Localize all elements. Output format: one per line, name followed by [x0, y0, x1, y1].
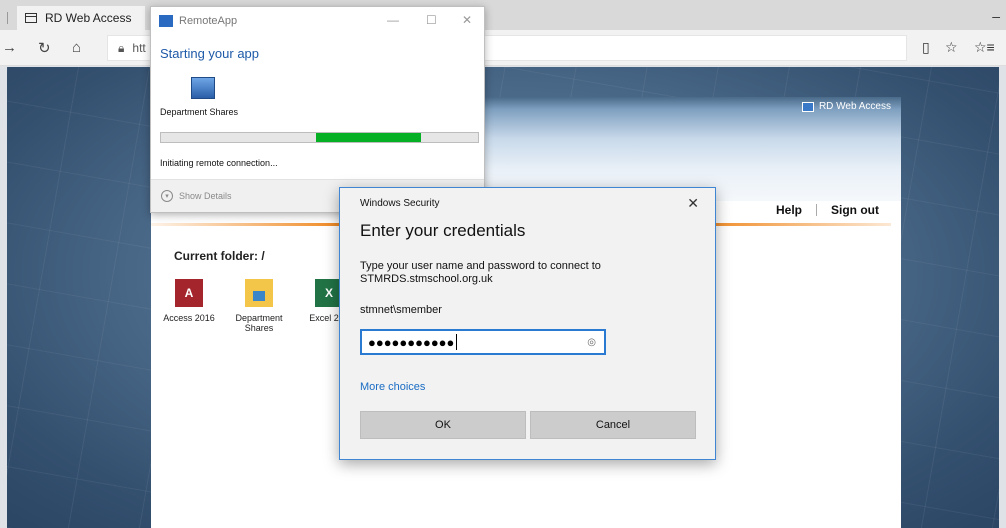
- access-icon: A: [175, 279, 203, 307]
- url-text: htt: [132, 41, 146, 55]
- window-minimize-button[interactable]: –: [992, 8, 1000, 24]
- reading-view-icon[interactable]: ▯: [922, 39, 930, 56]
- windows-security-dialog: Windows Security ✕ Enter your credential…: [339, 187, 716, 460]
- rdweb-brand: RD Web Access: [801, 101, 891, 112]
- favorite-icon[interactable]: ☆: [945, 39, 958, 56]
- sign-out-link[interactable]: Sign out: [831, 203, 879, 217]
- dialog-title: Windows Security: [360, 198, 440, 209]
- cancel-button[interactable]: Cancel: [530, 411, 696, 439]
- tab-separator: [7, 12, 8, 24]
- dialog-heading: Enter your credentials: [360, 221, 526, 240]
- chevron-down-icon: ▾: [161, 190, 173, 202]
- remoteapp-title: RemoteApp: [179, 15, 238, 27]
- dialog-message: Type your user name and password to conn…: [360, 260, 601, 285]
- reveal-password-icon[interactable]: ◎: [587, 337, 596, 348]
- username-label: stmnet\smember: [360, 304, 442, 316]
- remoteapp-heading: Starting your app: [160, 46, 260, 61]
- app-access[interactable]: A Access 2016: [159, 279, 219, 333]
- password-mask: ●●●●●●●●●●●: [368, 334, 455, 350]
- current-folder-label: Current folder: /: [174, 249, 265, 263]
- favorites-hub-icon[interactable]: ☆≡: [974, 39, 995, 56]
- show-details-toggle[interactable]: ▾ Show Details: [161, 190, 232, 202]
- app-list: A Access 2016 Department Shares X Excel …: [159, 279, 369, 333]
- refresh-icon[interactable]: ↻: [38, 39, 51, 57]
- forward-icon[interactable]: →: [2, 39, 17, 56]
- folder-icon: [245, 279, 273, 307]
- connection-status: Initiating remote connection...: [160, 158, 278, 168]
- close-button[interactable]: ✕: [462, 13, 472, 27]
- browser-tab-rdweb[interactable]: RD Web Access: [17, 6, 145, 30]
- remoteapp-icon: [159, 15, 173, 27]
- connection-progress-bar: [160, 132, 479, 143]
- app-label: Department Shares: [235, 313, 283, 333]
- ok-button[interactable]: OK: [360, 411, 526, 439]
- remote-desktop-icon: [191, 77, 215, 99]
- app-department-shares[interactable]: Department Shares: [229, 279, 289, 333]
- password-field[interactable]: ●●●●●●●●●●● ◎: [360, 329, 606, 355]
- home-icon[interactable]: ⌂: [72, 39, 81, 56]
- help-link[interactable]: Help: [776, 203, 802, 217]
- lock-icon: 🔒︎: [118, 40, 125, 55]
- remoteapp-window: RemoteApp — ☐ ✕ Starting your app Depart…: [150, 6, 485, 213]
- maximize-button[interactable]: ☐: [426, 13, 437, 27]
- close-icon[interactable]: ✕: [687, 195, 699, 212]
- remoteapp-app-name: Department Shares: [160, 107, 239, 117]
- rdweb-logo-icon: [801, 101, 814, 112]
- progress-fill: [316, 133, 421, 142]
- rdweb-brand-text: RD Web Access: [818, 101, 891, 112]
- text-caret: [456, 334, 458, 350]
- tab-title: RD Web Access: [45, 11, 132, 25]
- minimize-button[interactable]: —: [387, 13, 399, 27]
- show-details-label: Show Details: [179, 191, 232, 201]
- rdweb-links: Help Sign out: [776, 203, 879, 217]
- link-divider: [816, 204, 817, 216]
- app-label: Access 2016: [163, 313, 215, 323]
- more-choices-link[interactable]: More choices: [360, 381, 425, 393]
- tab-page-icon: [25, 13, 37, 23]
